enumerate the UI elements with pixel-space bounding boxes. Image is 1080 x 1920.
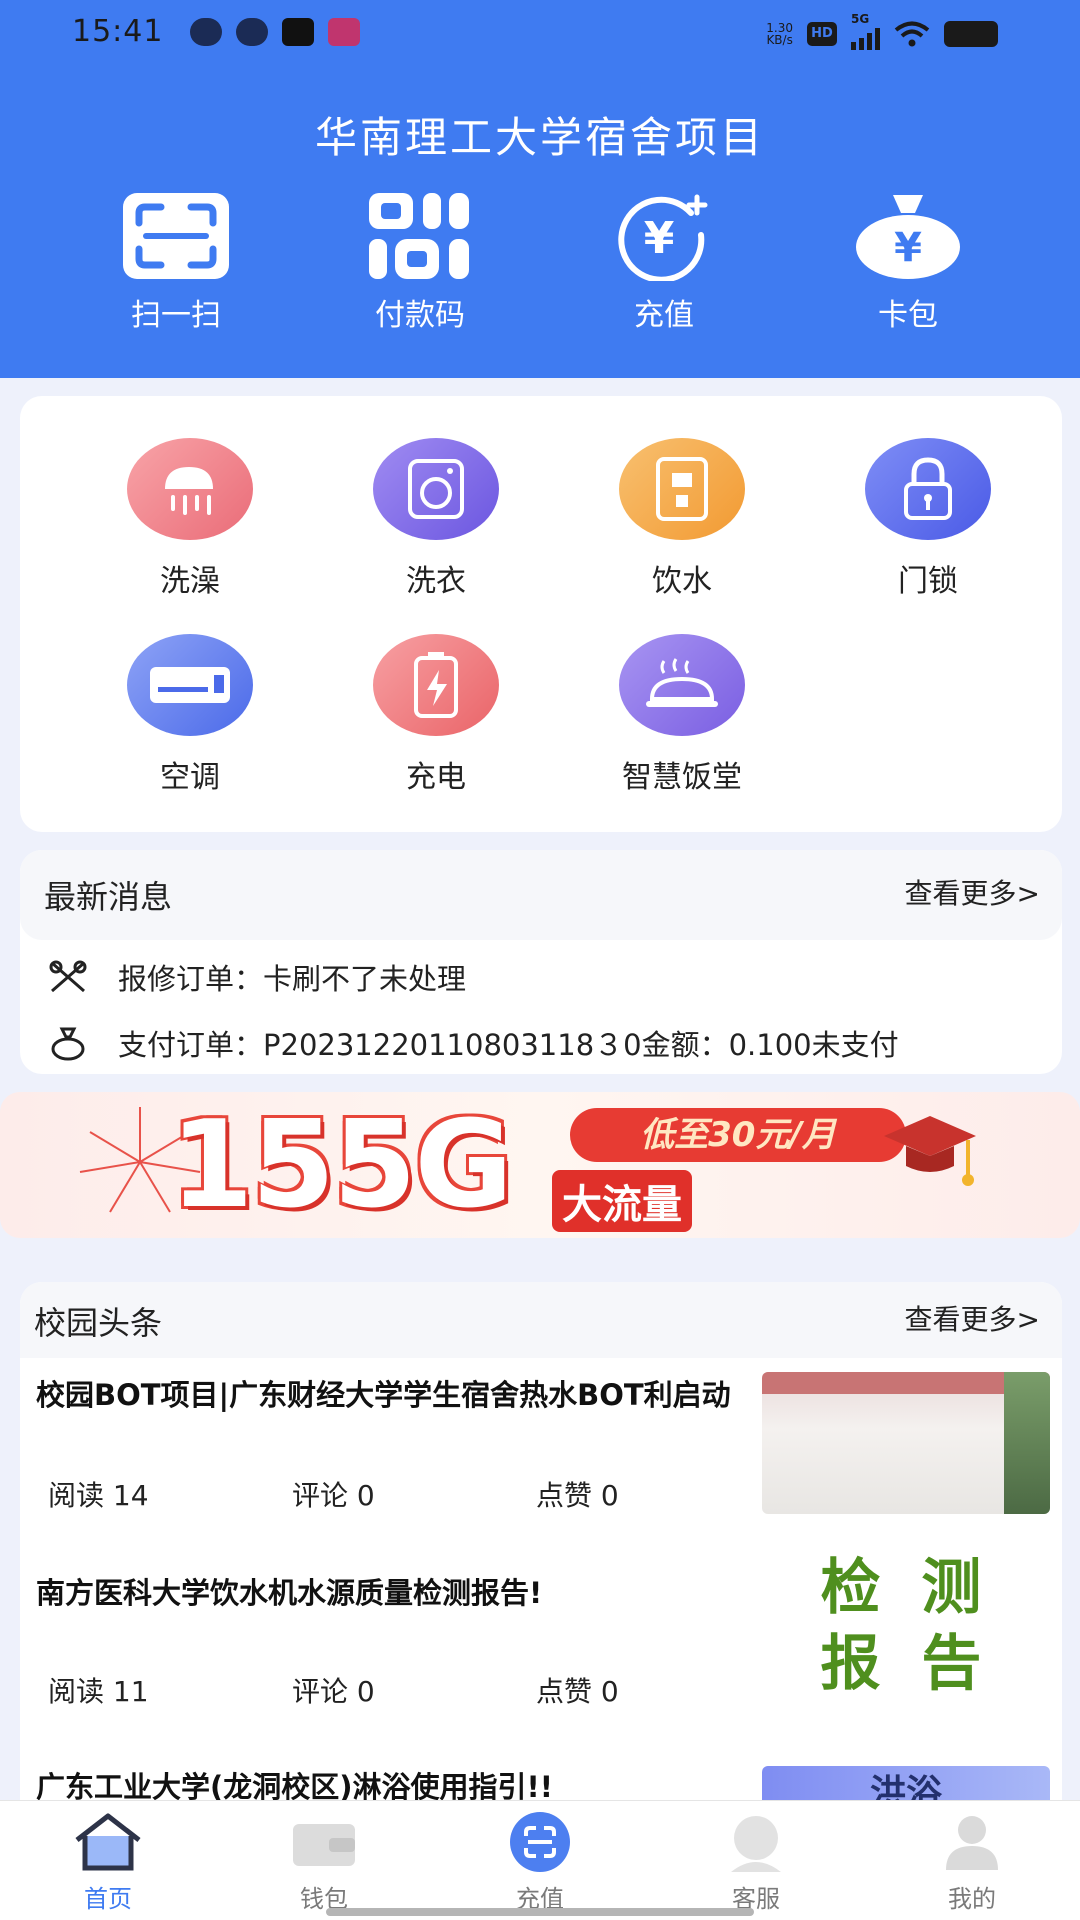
promo-banner[interactable]: 155G 低至30元/月 大流量 bbox=[0, 1092, 1080, 1238]
customer-service-icon bbox=[716, 1807, 796, 1877]
quick-payment-code[interactable]: 付款码 bbox=[350, 190, 490, 334]
banner-headline: 155G bbox=[170, 1096, 513, 1235]
banner-subtitle: 大流量 bbox=[552, 1170, 692, 1232]
status-right: 1.30 KB/s HD 5G bbox=[766, 12, 998, 50]
status-bar: 15:41 1.30 KB/s HD 5G bbox=[0, 0, 1080, 66]
latest-news-header: 最新消息 查看更多> bbox=[20, 850, 1062, 940]
quick-recharge[interactable]: ¥ 充值 bbox=[594, 190, 734, 334]
service-air-conditioner[interactable]: 空调 bbox=[90, 634, 290, 796]
home-icon bbox=[68, 1807, 148, 1877]
banner-price-pill: 低至30元/月 bbox=[570, 1108, 906, 1162]
tab-home[interactable]: 首页 bbox=[38, 1807, 178, 1914]
article-comments: 评论 0 bbox=[292, 1479, 375, 1512]
recharge-tab-icon bbox=[500, 1807, 580, 1877]
money-bag-icon bbox=[51, 1027, 85, 1061]
card-wallet-icon: ¥ bbox=[853, 190, 963, 282]
home-indicator[interactable] bbox=[326, 1908, 754, 1916]
article-reads: 阅读 11 bbox=[48, 1675, 149, 1708]
news-item-payment[interactable]: 支付订单：P20231220110803118３0金额：0.100未支付 bbox=[48, 1022, 899, 1064]
profile-icon bbox=[932, 1807, 1012, 1877]
service-laundry[interactable]: 洗衣 bbox=[336, 438, 536, 600]
campus-headlines-title: 校园头条 bbox=[34, 1304, 163, 1342]
hd-icon: HD bbox=[807, 22, 837, 46]
svg-text:¥: ¥ bbox=[894, 225, 922, 271]
message-icon bbox=[190, 18, 222, 46]
latest-news-title: 最新消息 bbox=[44, 878, 173, 916]
services-card: 洗澡 洗衣 饮水 门锁 空调 充电 智慧饭堂 bbox=[20, 396, 1062, 832]
graduation-cap-icon bbox=[884, 1116, 976, 1186]
service-charging[interactable]: 充电 bbox=[336, 634, 536, 796]
quick-card-wallet[interactable]: ¥ 卡包 bbox=[838, 190, 978, 334]
app-notification-icon bbox=[328, 18, 360, 46]
latest-news-more-link[interactable]: 查看更多> bbox=[905, 872, 1040, 912]
tab-wallet[interactable]: 钱包 bbox=[254, 1807, 394, 1914]
svg-text:¥: ¥ bbox=[644, 213, 675, 264]
article-likes: 点赞 0 bbox=[536, 1479, 619, 1512]
service-door-lock[interactable]: 门锁 bbox=[828, 438, 1028, 600]
campus-more-link[interactable]: 查看更多> bbox=[905, 1298, 1040, 1338]
door-lock-icon bbox=[865, 438, 991, 540]
shower-icon bbox=[127, 438, 253, 540]
article-comments: 评论 0 bbox=[292, 1675, 375, 1708]
quick-scan[interactable]: 扫一扫 bbox=[106, 190, 246, 334]
status-time: 15:41 bbox=[72, 14, 164, 49]
article-likes: 点赞 0 bbox=[536, 1675, 619, 1708]
air-conditioner-icon bbox=[127, 634, 253, 736]
campus-headlines-header: 校园头条 查看更多> bbox=[20, 1282, 1062, 1358]
scan-icon bbox=[121, 190, 231, 282]
service-water[interactable]: 饮水 bbox=[582, 438, 782, 600]
repair-tools-icon bbox=[49, 960, 87, 993]
service-canteen[interactable]: 智慧饭堂 bbox=[582, 634, 782, 796]
wallet-icon bbox=[284, 1807, 364, 1877]
app-title: 华南理工大学宿舍项目 bbox=[314, 113, 765, 162]
article-reads: 阅读 14 bbox=[48, 1479, 149, 1512]
payment-code-icon bbox=[365, 190, 475, 282]
recharge-icon: ¥ bbox=[609, 190, 719, 282]
tab-profile[interactable]: 我的 bbox=[902, 1807, 1042, 1914]
article-title: 校园BOT项目|广东财经大学学生宿舍热水BOT利启动 bbox=[36, 1378, 731, 1412]
net-speed: 1.30 KB/s bbox=[766, 21, 793, 47]
signal-icon: 5G bbox=[851, 12, 880, 50]
canteen-icon bbox=[619, 634, 745, 736]
washing-machine-icon bbox=[373, 438, 499, 540]
service-shower[interactable]: 洗澡 bbox=[90, 438, 290, 600]
battery-icon bbox=[944, 21, 998, 47]
news-item-repair[interactable]: 报修订单：卡刷不了未处理 bbox=[48, 956, 466, 998]
bottom-tab-bar: 首页 钱包 充值 客服 我的 bbox=[0, 1800, 1080, 1920]
wifi-icon bbox=[894, 21, 930, 47]
article-title: 南方医科大学饮水机水源质量检测报告! bbox=[36, 1576, 543, 1610]
header: 15:41 1.30 KB/s HD 5G 华南理工大学宿舍项目 扫一扫 付款码… bbox=[0, 0, 1080, 378]
check-notification-icon bbox=[236, 18, 268, 46]
latest-news-card: 最新消息 查看更多> 报修订单：卡刷不了未处理 支付订单：P2023122011… bbox=[20, 850, 1062, 1074]
water-dispenser-icon bbox=[619, 438, 745, 540]
charging-icon bbox=[373, 634, 499, 736]
article-thumbnail bbox=[762, 1372, 1050, 1514]
tab-recharge[interactable]: 充值 bbox=[470, 1807, 610, 1914]
notification-icons bbox=[190, 18, 360, 46]
article-thumbnail: 检 测 报 告 bbox=[762, 1550, 1050, 1710]
tiktok-icon bbox=[282, 18, 314, 46]
tab-customer-service[interactable]: 客服 bbox=[686, 1807, 826, 1914]
